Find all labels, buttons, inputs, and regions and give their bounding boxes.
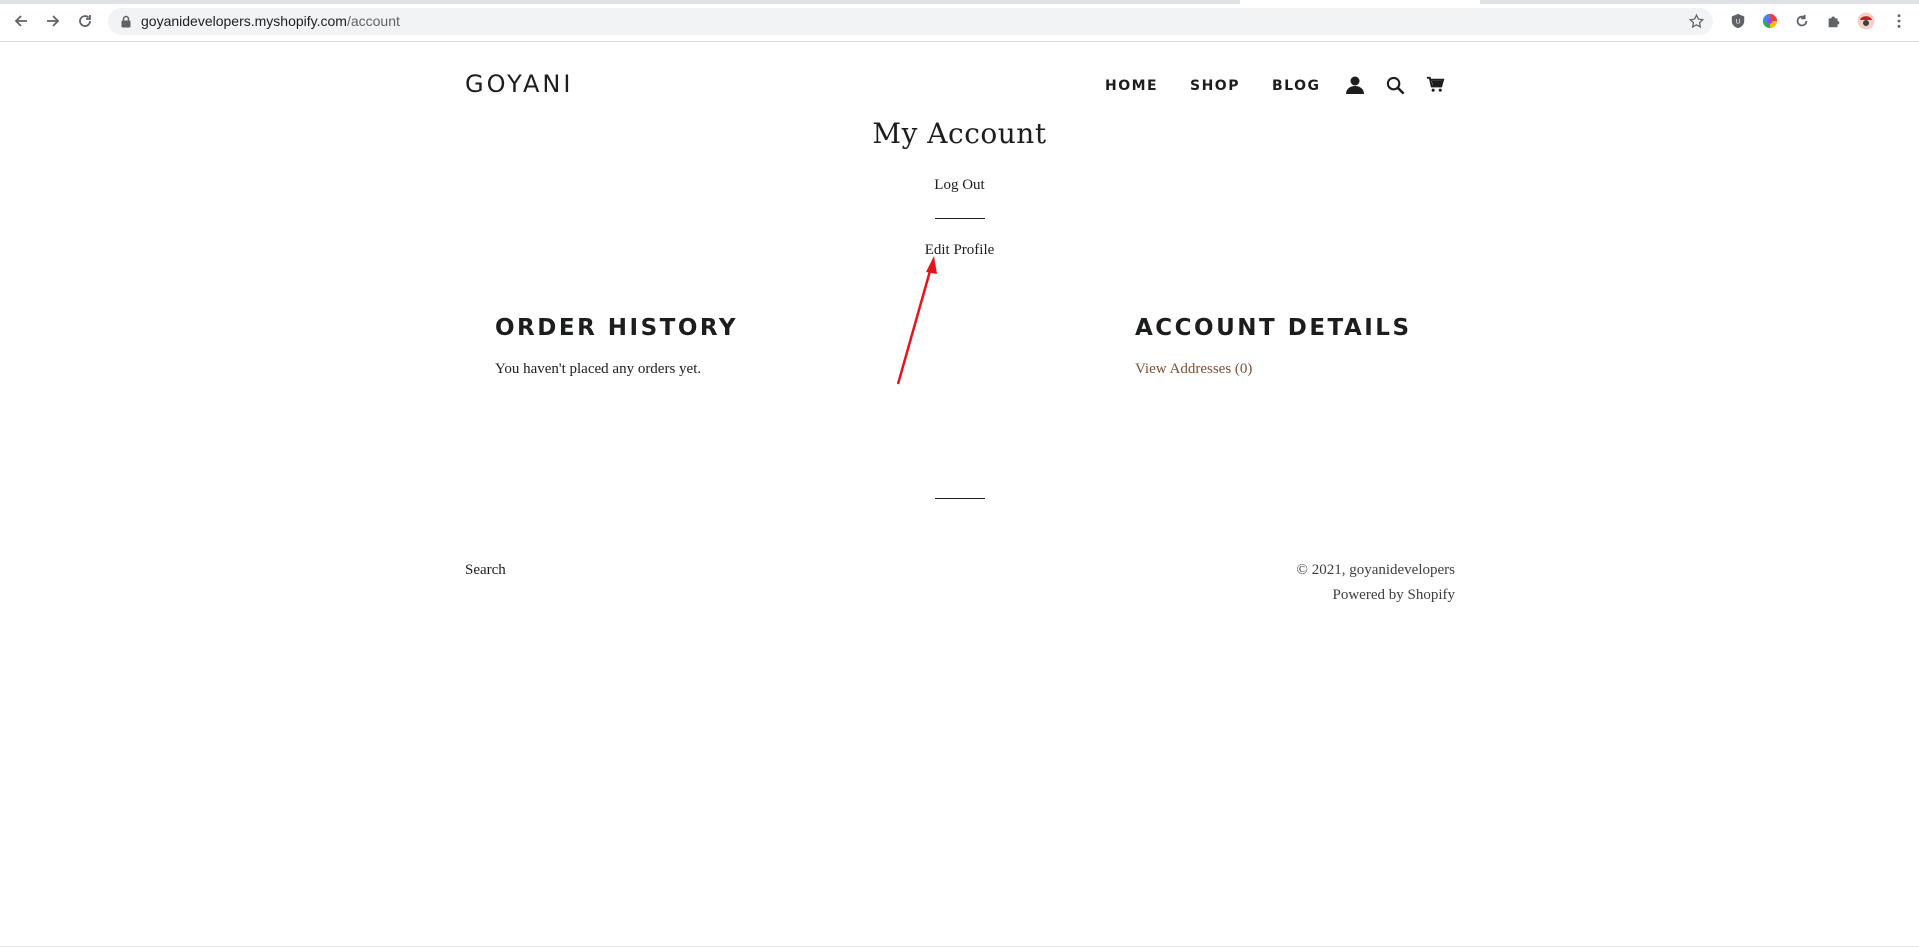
shield-extension-icon[interactable]: U xyxy=(1729,12,1747,30)
page-bottom-border xyxy=(0,946,1919,947)
puzzle-icon[interactable] xyxy=(1825,12,1843,30)
page-title: My Account xyxy=(872,117,1047,150)
powered-by-link[interactable]: Powered by Shopify xyxy=(1333,587,1456,604)
svg-text:U: U xyxy=(1736,19,1741,26)
arrow-right-icon xyxy=(47,15,60,27)
active-tab-edge xyxy=(1240,0,1480,4)
forward-button[interactable] xyxy=(42,10,64,32)
order-history-empty-text: You haven't placed any orders yet. xyxy=(495,361,702,377)
logout-link-text[interactable]: Log Out xyxy=(934,177,984,193)
view-addresses-link[interactable]: View Addresses (0) xyxy=(1135,361,1252,378)
page: GOYANI HOME SHOP BLOG My Account Log Out… xyxy=(0,42,1919,948)
reload-button[interactable] xyxy=(74,10,96,32)
edit-profile-link: Edit Profile xyxy=(0,242,1919,259)
url-host: goyanidevelopers.myshopify.com xyxy=(141,13,347,29)
back-button[interactable] xyxy=(10,10,32,32)
divider xyxy=(935,218,985,219)
nav-shop[interactable]: SHOP xyxy=(1190,78,1240,94)
lock-icon xyxy=(121,15,131,28)
browser-toolbar: goyanidevelopers.myshopify.com/account U xyxy=(0,0,1919,42)
kebab-menu-icon[interactable] xyxy=(1890,12,1908,30)
account-details-heading: ACCOUNT DETAILS xyxy=(1135,315,1412,341)
footer-search-link[interactable]: Search xyxy=(465,562,506,579)
address-bar[interactable]: goyanidevelopers.myshopify.com/account xyxy=(108,8,1713,35)
tab-strip xyxy=(0,0,1919,4)
edit-profile-link-text[interactable]: Edit Profile xyxy=(925,242,995,258)
account-icon[interactable] xyxy=(1344,74,1366,96)
copyright-text: © 2021, goyanidevelopers xyxy=(1296,562,1455,578)
nav-home[interactable]: HOME xyxy=(1105,78,1158,94)
reload-icon xyxy=(79,15,91,27)
order-history-heading: ORDER HISTORY xyxy=(495,315,739,341)
url-path: /account xyxy=(346,13,400,29)
logout-link: Log Out xyxy=(0,177,1919,194)
color-wheel-extension-icon[interactable] xyxy=(1761,12,1779,30)
refresh-extension-icon[interactable] xyxy=(1793,12,1811,30)
nav-blog[interactable]: BLOG xyxy=(1272,78,1321,94)
url-text: goyanidevelopers.myshopify.com/account xyxy=(141,8,400,35)
arrow-left-icon xyxy=(14,15,27,27)
footer-divider xyxy=(935,498,985,499)
cart-icon[interactable] xyxy=(1424,73,1446,95)
profile-avatar-icon[interactable] xyxy=(1857,12,1875,30)
site-logo[interactable]: GOYANI xyxy=(465,70,573,98)
star-icon[interactable] xyxy=(1688,13,1705,30)
search-icon[interactable] xyxy=(1384,74,1406,96)
